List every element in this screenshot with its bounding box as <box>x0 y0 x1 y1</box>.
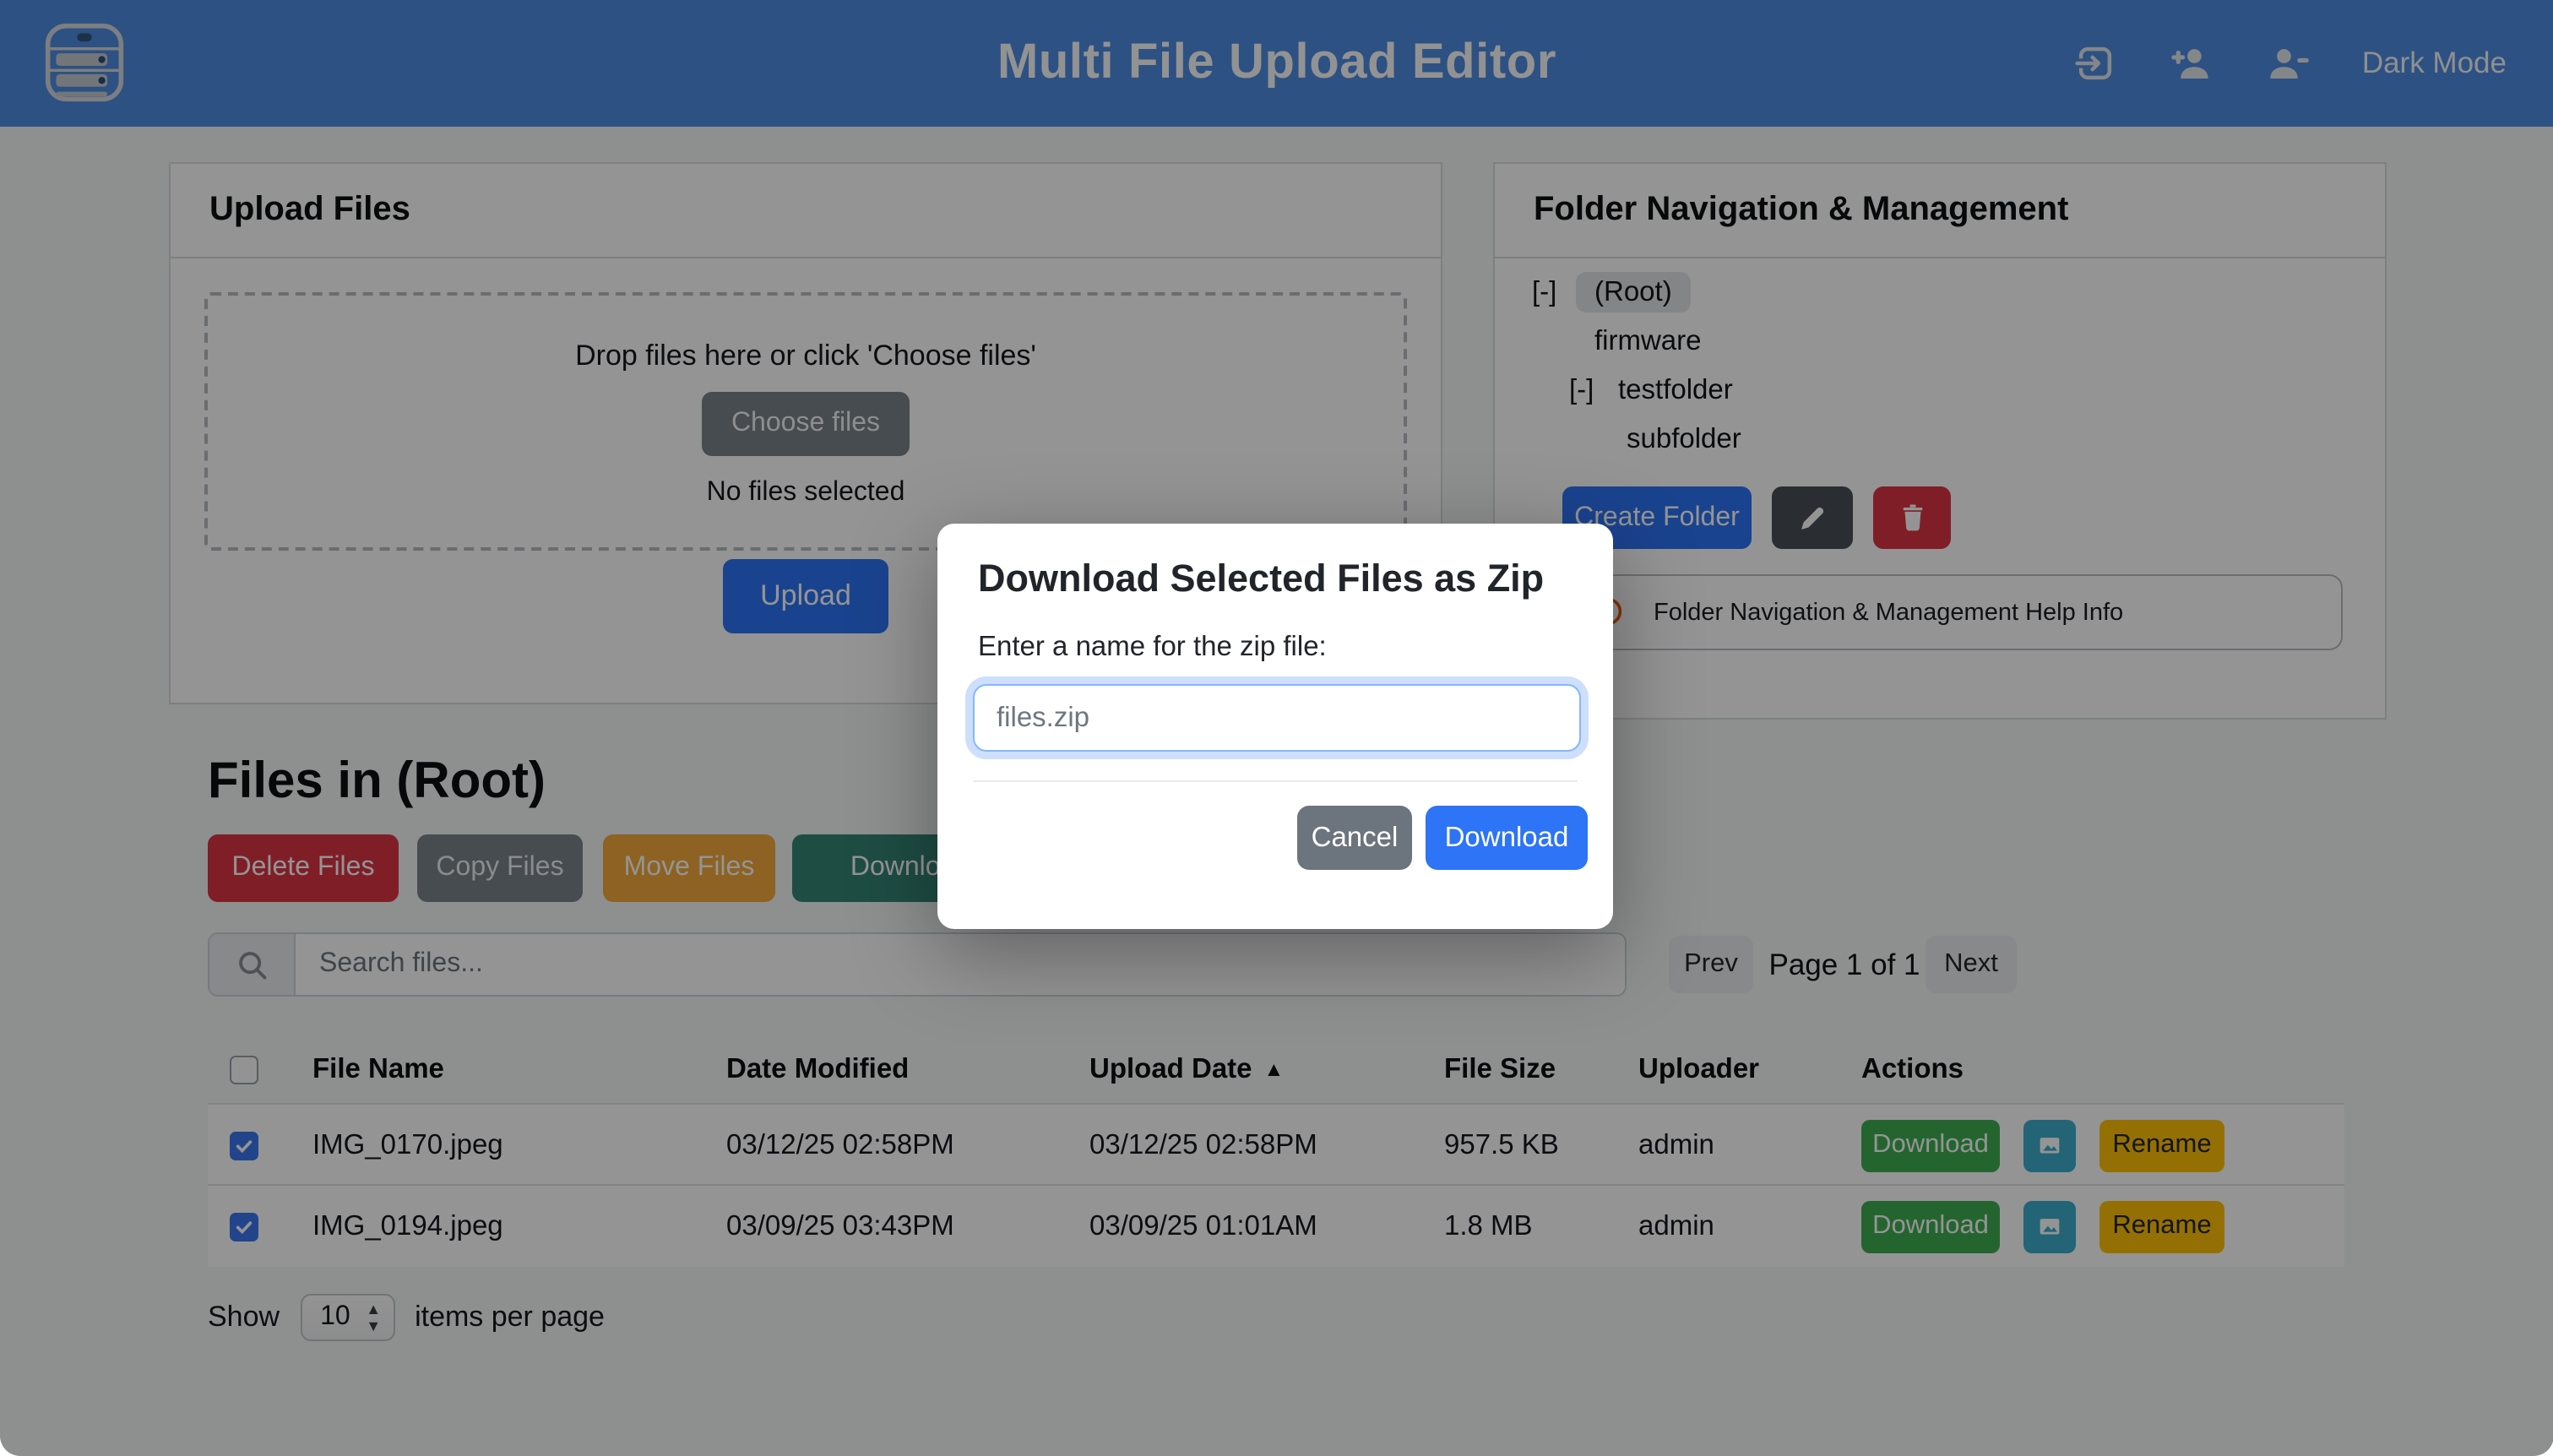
cancel-button[interactable]: Cancel <box>1297 806 1412 870</box>
zip-name-input[interactable] <box>973 684 1581 752</box>
app-window: Multi File Upload Editor Dark Mode <box>0 0 2553 1456</box>
modal-divider <box>973 780 1578 782</box>
modal-title: Download Selected Files as Zip <box>978 557 1544 601</box>
modal-download-button[interactable]: Download <box>1426 806 1588 870</box>
download-zip-modal: Download Selected Files as Zip Enter a n… <box>937 524 1613 929</box>
zip-name-label: Enter a name for the zip file: <box>978 632 1327 664</box>
